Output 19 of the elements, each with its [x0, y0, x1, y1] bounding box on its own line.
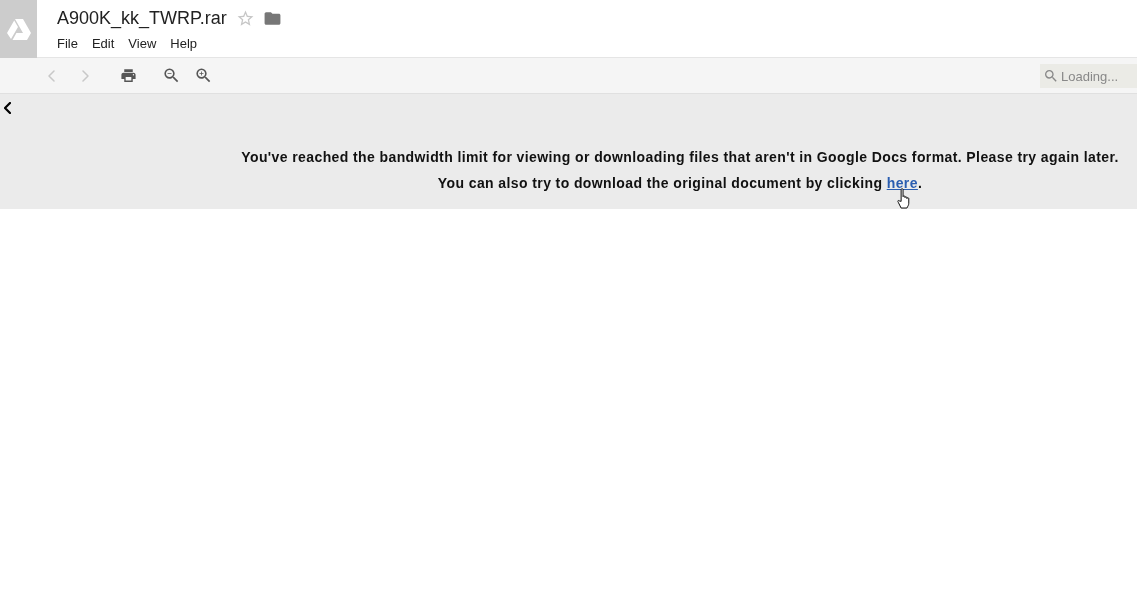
menu-item[interactable]: File: [50, 36, 85, 52]
logo-tile[interactable]: [0, 0, 37, 58]
menu-item[interactable]: Edit: [84, 36, 122, 52]
pointer-cursor-icon: [896, 188, 912, 209]
bandwidth-limit-message: You've reached the bandwidth limit for viewing or downloading files that aren't in Google Docs format. Please try again later.: [240, 148, 1120, 167]
star-button[interactable]: [235, 8, 255, 28]
menu-item[interactable]: Help: [163, 36, 205, 52]
menu-item[interactable]: View: [121, 36, 164, 52]
file-title: A900K_kk_TWRP.rar: [57, 7, 227, 29]
star-icon: [235, 8, 255, 28]
here-link[interactable]: here: [886, 175, 918, 191]
download-instruction: You can also try to download the original document by clicking here.: [436, 174, 924, 193]
zoom-in-icon: [193, 66, 213, 85]
chevron-left-icon: [3, 102, 11, 114]
zoom-out-icon: [161, 66, 181, 85]
printer-icon: [119, 67, 137, 84]
search-icon: [1043, 67, 1059, 84]
collapse-button[interactable]: [2, 100, 12, 116]
search-field[interactable]: Loading...: [1040, 64, 1137, 88]
